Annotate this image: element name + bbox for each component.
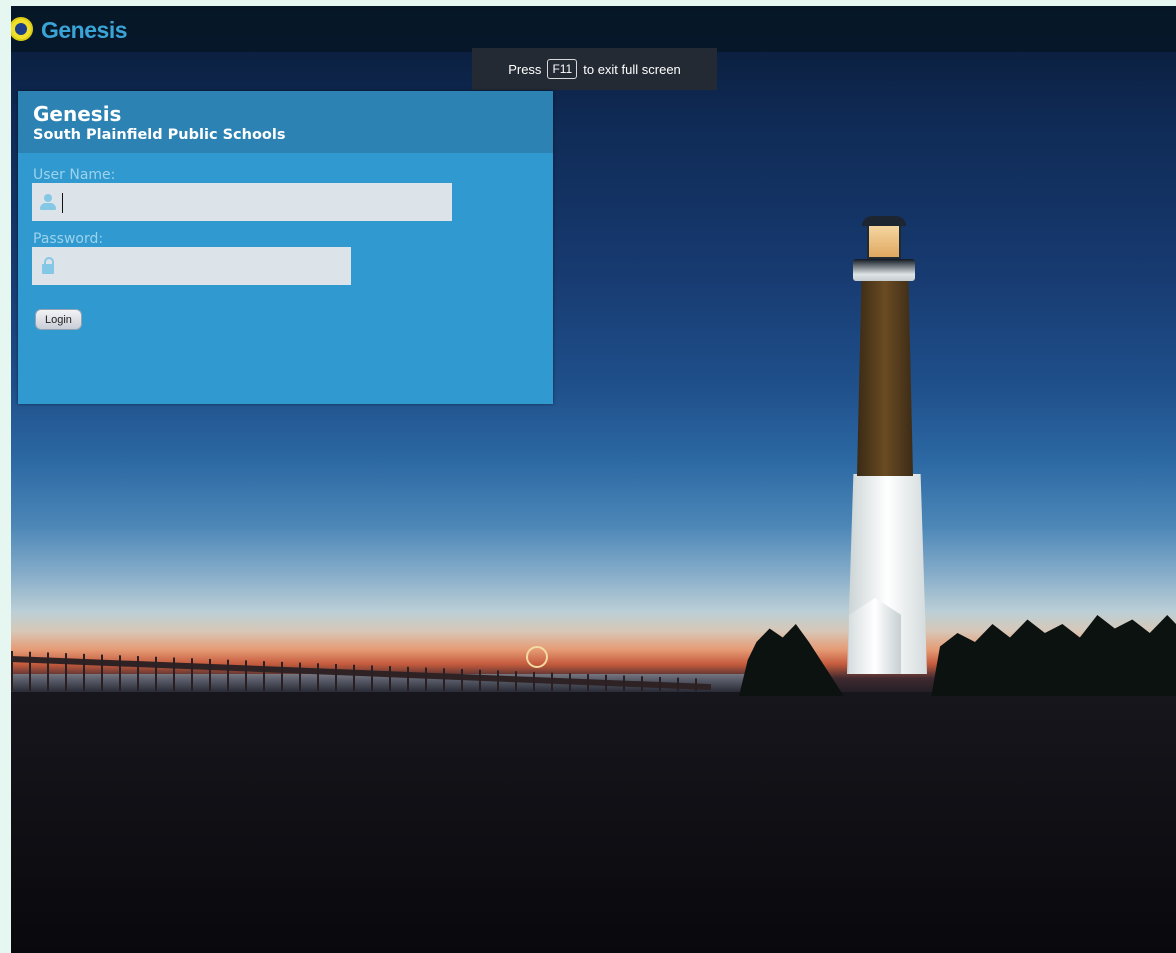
- user-icon: [40, 194, 56, 210]
- password-input[interactable]: [62, 247, 345, 285]
- background-beach: [11, 692, 1176, 953]
- fullscreen-key-badge: F11: [547, 59, 578, 79]
- login-panel-header: Genesis South Plainfield Public Schools: [18, 91, 553, 153]
- password-field[interactable]: [32, 247, 351, 285]
- login-title: Genesis: [33, 102, 122, 126]
- login-button[interactable]: Login: [35, 309, 82, 330]
- fullscreen-hint-prefix: Press: [508, 61, 542, 77]
- background-pier: [11, 651, 711, 691]
- username-input[interactable]: [62, 183, 446, 221]
- username-label: User Name:: [33, 167, 116, 183]
- background-ferris-wheel: [526, 646, 548, 668]
- login-page: Genesis Press F11 to exit full screen Ge…: [11, 6, 1176, 953]
- logo-text: Genesis: [41, 17, 128, 43]
- genesis-logo-icon: [11, 17, 33, 41]
- password-label: Password:: [33, 231, 104, 247]
- username-field[interactable]: [32, 183, 452, 221]
- lock-icon: [42, 257, 54, 275]
- lighthouse-gallery: [853, 259, 915, 281]
- lighthouse-cap: [862, 216, 906, 226]
- text-caret: [62, 193, 63, 213]
- lighthouse-upper-tower: [857, 280, 913, 476]
- background-trees: [739, 615, 1176, 696]
- login-panel: Genesis South Plainfield Public Schools …: [18, 91, 553, 404]
- lighthouse-lantern: [867, 224, 901, 259]
- top-bar: Genesis: [11, 6, 1176, 52]
- login-subtitle: South Plainfield Public Schools: [33, 127, 286, 143]
- fullscreen-hint: Press F11 to exit full screen: [472, 48, 717, 90]
- fullscreen-hint-suffix: to exit full screen: [583, 61, 681, 77]
